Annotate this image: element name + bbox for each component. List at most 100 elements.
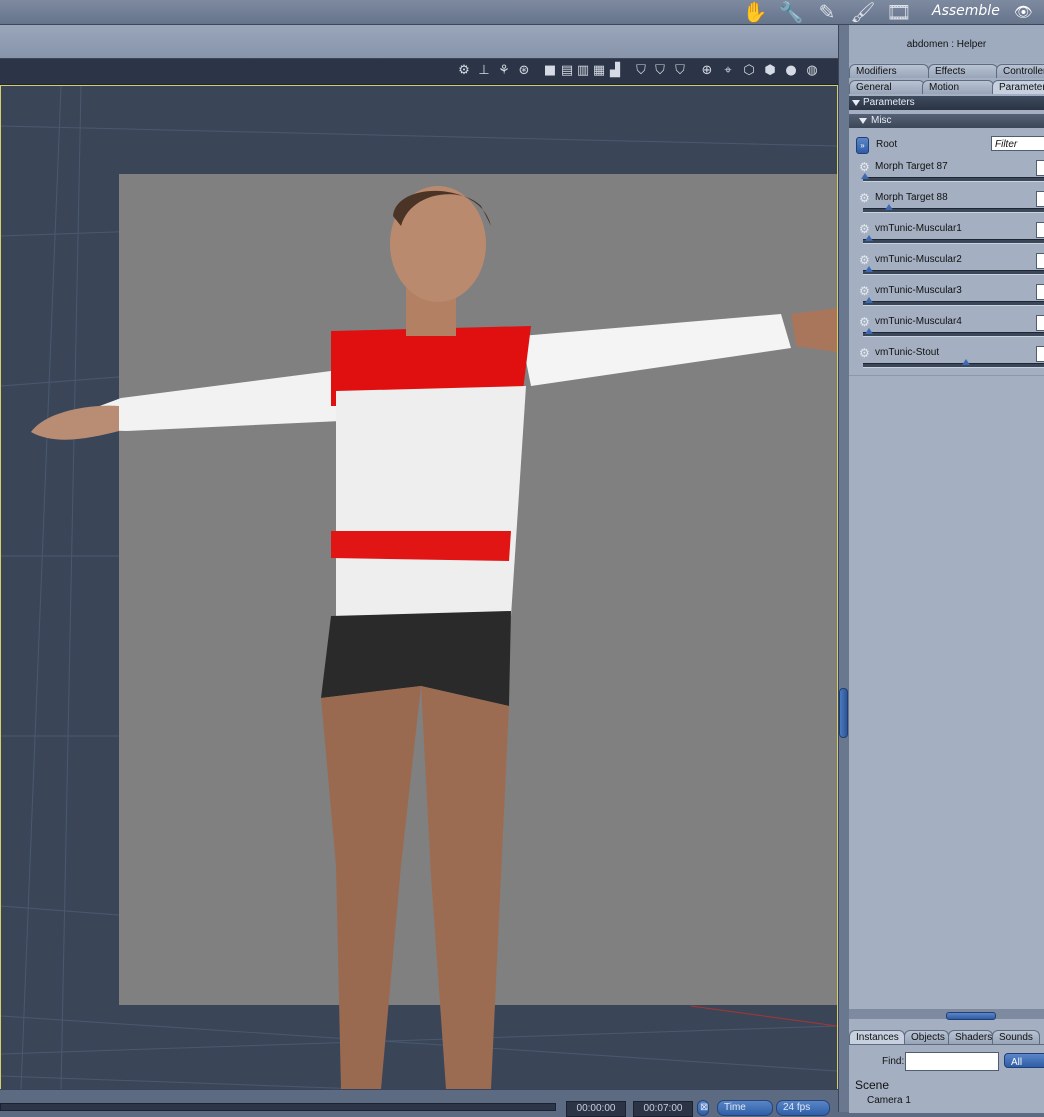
gear-icon[interactable]: ⚙ (859, 315, 870, 329)
parameter-slider-knob[interactable] (962, 359, 971, 365)
loop-toggle-icon[interactable]: ⊠ (697, 1100, 709, 1116)
target-icon[interactable]: ⊛ (516, 63, 532, 79)
custom-view-icon[interactable]: ▟ (607, 63, 623, 79)
film-icon[interactable]: 🎞 (886, 0, 912, 24)
parameter-label: vmTunic-Muscular3 (875, 285, 962, 296)
root-label: Root (876, 139, 898, 150)
tab-sounds[interactable]: Sounds (992, 1030, 1040, 1044)
parameter-label: Morph Target 87 (875, 161, 948, 172)
tab-objects[interactable]: Objects (904, 1030, 949, 1044)
parameter-slider-knob[interactable] (861, 173, 869, 179)
parameter-slider-knob[interactable] (865, 266, 874, 272)
wire-shield-icon[interactable]: ⛉ (652, 63, 668, 79)
root-row: » Root Filter (849, 135, 1044, 157)
parameter-slider-track[interactable] (863, 177, 1044, 182)
parameters-section-header[interactable]: Parameters (849, 96, 1044, 110)
node-icon[interactable]: ⚙ (456, 63, 472, 79)
parameter-row: ⚙ vmTunic-Muscular3 (849, 284, 1044, 315)
find-input[interactable] (905, 1052, 999, 1071)
splitter-handle[interactable] (839, 688, 848, 738)
parameter-value-field[interactable] (1036, 191, 1044, 207)
parameter-row: ⚙ vmTunic-Muscular1 (849, 222, 1044, 253)
timeline-track[interactable] (0, 1103, 556, 1111)
parameter-value-field[interactable] (1036, 160, 1044, 176)
gear-icon[interactable]: ⚙ (859, 160, 870, 174)
panel-divider-handle[interactable] (946, 1012, 996, 1020)
tab-general[interactable]: General (849, 80, 925, 94)
gear-icon[interactable]: ⚙ (859, 346, 870, 360)
misc-section-header[interactable]: Misc (849, 114, 1044, 128)
panel-title: abdomen : Helper (849, 25, 1044, 63)
parameter-row: ⚙ vmTunic-Stout (849, 346, 1044, 377)
hand-icon[interactable]: ✋ (742, 0, 768, 24)
brush-icon[interactable]: 🖌 (850, 0, 876, 24)
parameter-empty-area (849, 375, 1044, 1006)
tab-motion[interactable]: Motion (922, 80, 994, 94)
eye-icon[interactable]: 👁 (1014, 1, 1033, 23)
find-label: Find: (882, 1056, 905, 1067)
parameter-slider-knob[interactable] (884, 204, 893, 210)
parameters-section-label: Parameters (863, 97, 915, 108)
scene-title: Scene (855, 1078, 890, 1092)
quad-view-icon[interactable]: ▦ (591, 63, 607, 79)
room-label[interactable]: Assemble (932, 3, 1000, 19)
parameter-value-field[interactable] (1036, 284, 1044, 300)
gear-icon[interactable]: ⚙ (859, 222, 870, 236)
parameter-label: vmTunic-Muscular2 (875, 254, 962, 265)
textured-sphere-icon[interactable]: ◍ (804, 63, 820, 79)
outline-shield-icon[interactable]: ⛉ (672, 63, 688, 79)
pen-icon[interactable]: ✎ (814, 0, 840, 24)
parameter-value-field[interactable] (1036, 346, 1044, 362)
panel-splitter[interactable] (838, 25, 849, 1112)
parameter-slider-track[interactable] (863, 332, 1044, 337)
find-scope-select[interactable]: All (1004, 1053, 1044, 1068)
split-vertical-icon[interactable]: ▥ (575, 63, 591, 79)
parameter-value-field[interactable] (1036, 253, 1044, 269)
viewport-render (1, 86, 837, 1089)
smooth-sphere-icon[interactable]: ● (783, 63, 799, 79)
hierarchy-icon[interactable]: ⚘ (496, 63, 512, 79)
marker-icon[interactable]: ⊥ (476, 63, 492, 79)
tab-shaders[interactable]: Shaders (948, 1030, 993, 1044)
bounding-shield-icon[interactable]: ⛉ (633, 63, 649, 79)
time-mode-select[interactable]: Time (717, 1100, 773, 1116)
scene-item-camera[interactable]: Camera 1 (867, 1095, 911, 1106)
tab-modifiers[interactable]: Modifiers (849, 64, 929, 78)
fps-select[interactable]: 24 fps (776, 1100, 830, 1116)
orbit-view-icon[interactable]: ⌖ (720, 63, 736, 79)
move-view-icon[interactable]: ⊕ (699, 63, 715, 79)
parameter-row: ⚙ Morph Target 87 (849, 160, 1044, 191)
gear-icon[interactable]: ⚙ (859, 253, 870, 267)
collapse-triangle-icon (859, 118, 867, 124)
parameter-label: vmTunic-Muscular4 (875, 316, 962, 327)
single-view-icon[interactable]: ■ (542, 63, 558, 79)
gear-icon[interactable]: ⚙ (859, 191, 870, 205)
parameter-slider-track[interactable] (863, 301, 1044, 306)
split-horizontal-icon[interactable]: ▤ (559, 63, 575, 79)
parameter-slider-track[interactable] (863, 239, 1044, 244)
misc-section-label: Misc (871, 115, 892, 126)
parameter-slider-knob[interactable] (865, 297, 874, 303)
parameter-slider-knob[interactable] (865, 328, 874, 334)
solid-cube-icon[interactable]: ⬢ (762, 63, 778, 79)
end-time-field[interactable]: 00:07:00 (633, 1101, 693, 1117)
gear-icon[interactable]: ⚙ (859, 284, 870, 298)
room-tabs-bar: ✋ 🔧 ✎ 🖌 🎞 Assemble 👁 (0, 0, 1044, 25)
tab-instances[interactable]: Instances (849, 1030, 905, 1044)
parameter-slider-track[interactable] (863, 270, 1044, 275)
tab-controllers[interactable]: Controllers (996, 64, 1044, 78)
parameter-label: Morph Target 88 (875, 192, 948, 203)
parameter-slider-track[interactable] (863, 363, 1044, 368)
parameter-value-field[interactable] (1036, 222, 1044, 238)
collapse-triangle-icon (852, 100, 860, 106)
parameter-value-field[interactable] (1036, 315, 1044, 331)
filter-input[interactable]: Filter (991, 136, 1044, 151)
current-time-field[interactable]: 00:00:00 (566, 1101, 626, 1117)
wrench-icon[interactable]: 🔧 (778, 0, 804, 24)
wireframe-cube-icon[interactable]: ⬡ (741, 63, 757, 79)
chevron-down-icon[interactable]: » (856, 137, 869, 154)
parameter-slider-knob[interactable] (865, 235, 874, 241)
tab-effects[interactable]: Effects (928, 64, 998, 78)
3d-viewport[interactable] (0, 85, 838, 1090)
tab-parameters[interactable]: Parameters (992, 80, 1044, 94)
